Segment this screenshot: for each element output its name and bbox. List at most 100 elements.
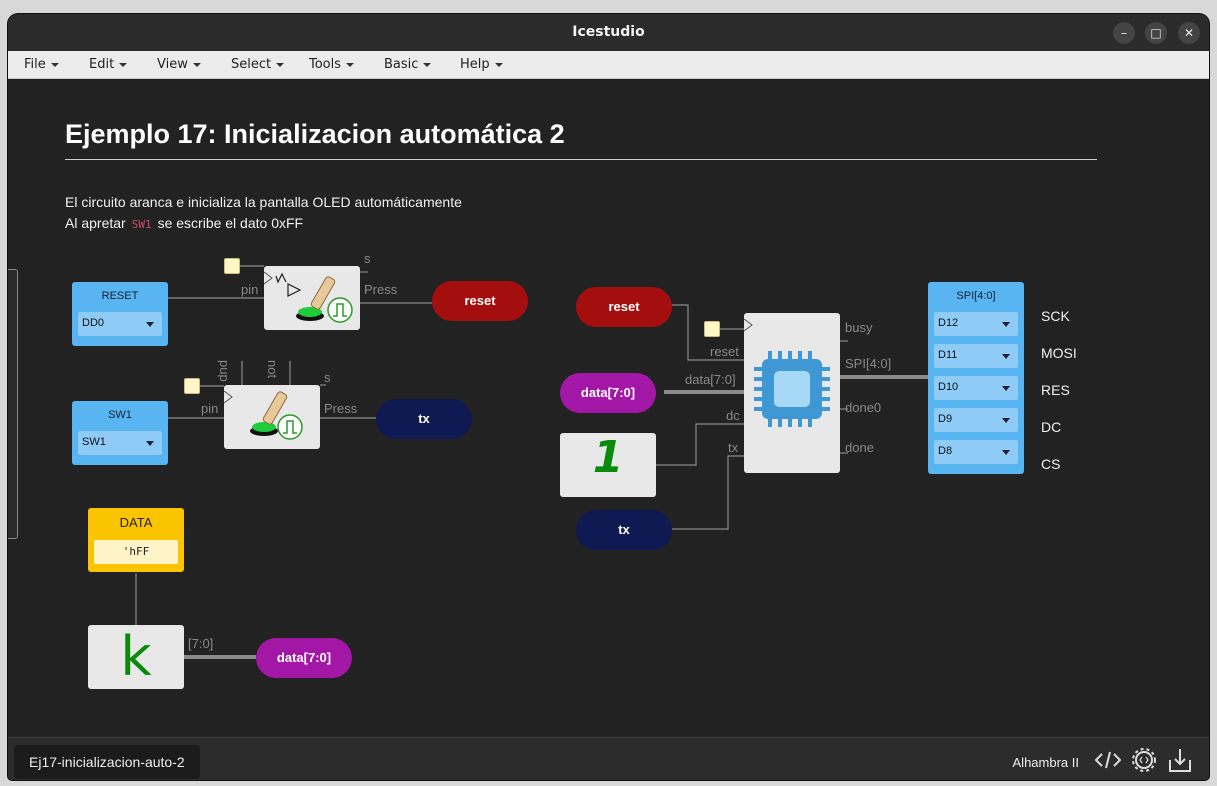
tag-tx-out[interactable]: tx [376, 399, 472, 439]
tag-reset-out[interactable]: reset [432, 281, 528, 321]
pin-select-value: D8 [938, 445, 953, 457]
close-icon[interactable]: ✕ [1178, 22, 1200, 44]
one-glyph: 1 [592, 432, 624, 483]
port-label: s [364, 251, 371, 266]
menu-edit-label: Edit [89, 57, 115, 72]
menu-edit[interactable]: Edit [89, 57, 128, 72]
chevron-down-icon [1002, 450, 1010, 455]
menu-view[interactable]: View [157, 57, 201, 72]
input-block-reset[interactable]: RESET DD0 [72, 282, 168, 346]
pushbutton-icon [223, 390, 303, 440]
menu-basic[interactable]: Basic [384, 57, 432, 72]
port-label: pup [217, 360, 232, 382]
menu-basic-label: Basic [384, 57, 419, 72]
clock-input-square[interactable] [184, 378, 200, 394]
signal-label: DC [1041, 419, 1062, 435]
tag-data-in[interactable]: data[7:0] [560, 373, 656, 413]
chevron-down-icon [423, 62, 432, 67]
tag-data-out[interactable]: data[7:0] [256, 638, 352, 678]
pin-select-value: D10 [938, 381, 959, 393]
chevron-down-icon [50, 62, 59, 67]
port-label: data[7:0] [685, 372, 736, 387]
chevron-down-icon [146, 322, 154, 327]
pin-select[interactable]: D8 [934, 440, 1018, 464]
constant-value-input[interactable]: 'hFF [94, 540, 178, 564]
pin-select[interactable]: D12 [934, 312, 1018, 336]
pin-select[interactable]: D9 [934, 408, 1018, 432]
k-glyph: k [120, 625, 152, 688]
oled-controller-block[interactable] [743, 313, 840, 473]
minimize-icon[interactable]: – [1113, 22, 1135, 44]
clock-input-square[interactable] [704, 321, 720, 337]
output-block-label: SPI[4:0] [956, 290, 996, 302]
pin-select[interactable]: D10 [934, 376, 1018, 400]
menu-tools[interactable]: Tools [309, 57, 355, 72]
port-label: reset [710, 344, 739, 359]
button-block-1[interactable] [263, 266, 360, 330]
menu-help-label: Help [460, 57, 490, 72]
file-tab[interactable]: Ej17-inicializacion-auto-2 [14, 745, 200, 779]
port-label: dc [726, 408, 740, 423]
menu-view-label: View [157, 57, 188, 72]
chevron-down-icon [119, 62, 128, 67]
chevron-down-icon [1002, 354, 1010, 359]
port-label: pin [201, 401, 219, 416]
pin-select[interactable]: DD0 [78, 312, 162, 336]
port-label: [7:0] [188, 636, 214, 651]
chevron-down-icon [276, 62, 285, 67]
pin-select-value: DD0 [82, 317, 105, 329]
tag-reset-in[interactable]: reset [576, 287, 672, 327]
port-label: tx [728, 440, 739, 455]
design-canvas[interactable]: Ejemplo 17: Inicializacion automática 2 … [8, 79, 1209, 737]
tag-tx-in[interactable]: tx [576, 510, 672, 550]
pin-select[interactable]: D11 [934, 344, 1018, 368]
title-bar: Icestudio – □ ✕ [8, 14, 1209, 51]
signal-label: SCK [1041, 308, 1070, 324]
menu-bar: File Edit View Select Tools Basic Help [8, 51, 1209, 79]
chevron-down-icon [192, 62, 201, 67]
chevron-down-icon [146, 441, 154, 446]
wire[interactable] [672, 455, 744, 530]
board-name[interactable]: Alhambra II [1013, 755, 1079, 770]
clock-input-square[interactable] [224, 258, 240, 274]
port-label: Press [364, 282, 398, 297]
upload-download-icon[interactable] [1166, 746, 1194, 774]
port-label: SPI[4:0] [845, 356, 892, 371]
port-label: done [845, 440, 874, 455]
input-block-sw1[interactable]: SW1 SW1 [72, 401, 168, 465]
pin-select[interactable]: SW1 [78, 431, 162, 455]
pin-select-value: D11 [938, 349, 958, 361]
port-label: pin [241, 282, 259, 297]
code-icon[interactable] [1094, 746, 1122, 774]
chevron-down-icon [346, 62, 355, 67]
menu-help[interactable]: Help [460, 57, 503, 72]
chevron-down-icon [1002, 322, 1010, 327]
status-bar: Ej17-inicializacion-auto-2 Alhambra II [8, 737, 1209, 780]
port-label: s [324, 370, 331, 385]
window-title: Icestudio [572, 24, 645, 40]
app-window: Icestudio – □ ✕ File Edit View Select To… [8, 14, 1209, 780]
button-block-2[interactable] [223, 385, 320, 449]
menu-tools-label: Tools [309, 57, 342, 72]
input-block-label: RESET [101, 290, 139, 302]
signal-label: CS [1041, 456, 1061, 472]
gear-icon[interactable] [1130, 746, 1158, 774]
one-block[interactable]: 1 [560, 433, 656, 497]
maximize-icon[interactable]: □ [1145, 22, 1167, 44]
pin-select-value: D12 [938, 317, 959, 329]
constant-title: DATA [119, 515, 153, 530]
chevron-down-icon [1002, 418, 1010, 423]
menu-select[interactable]: Select [231, 57, 285, 72]
menu-file[interactable]: File [24, 57, 59, 72]
pin-select-value: SW1 [82, 436, 106, 448]
chip-icon [743, 318, 830, 427]
pin-select-value: D9 [938, 413, 953, 425]
output-block-spi[interactable]: SPI[4:0] D12 D11 D10 D9 D8 [928, 282, 1024, 474]
k-block[interactable]: k [88, 625, 184, 689]
menu-file-label: File [24, 57, 46, 72]
port-label: Press [324, 401, 358, 416]
signal-label: MOSI [1041, 345, 1077, 361]
port-label: done0 [845, 400, 882, 415]
chevron-down-icon [1002, 386, 1010, 391]
constant-block[interactable]: DATA 'hFF [88, 508, 184, 572]
